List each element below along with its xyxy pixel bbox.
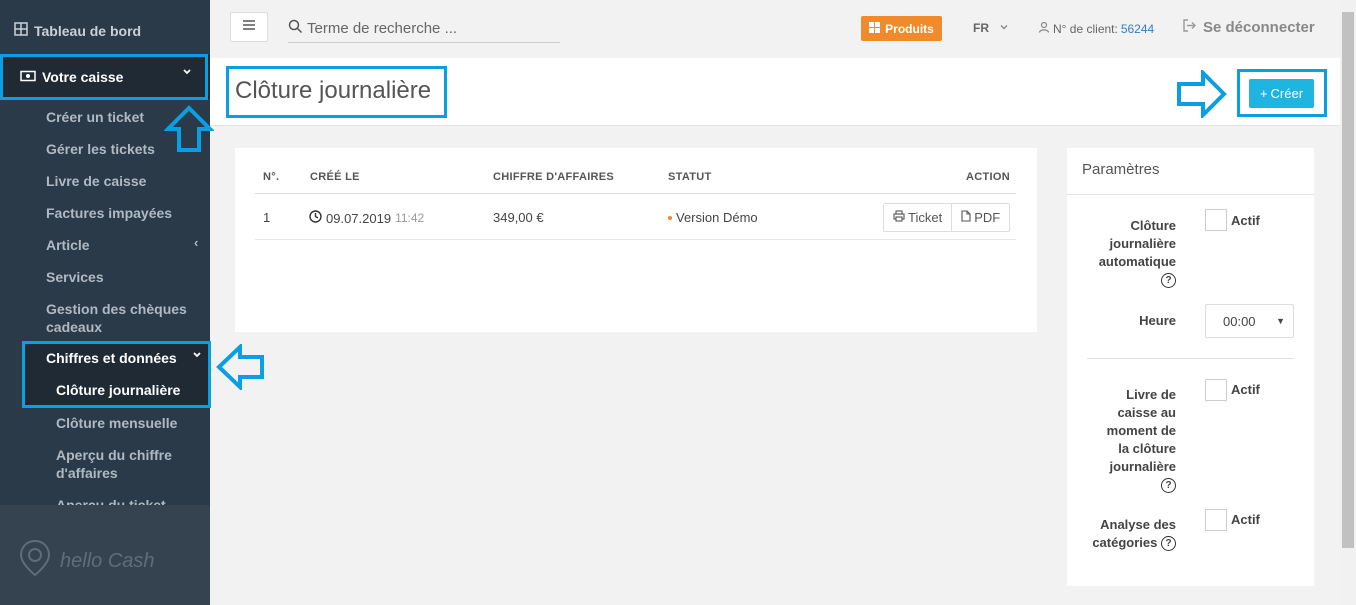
sidebar-item-gerer-tickets[interactable]: Gérer les tickets	[46, 140, 155, 158]
search-input[interactable]: Terme de recherche ...	[307, 20, 457, 37]
client-number: N° de client: 56244	[1038, 21, 1154, 36]
cell-time: 11:42	[395, 211, 425, 225]
logout-button[interactable]: Se déconnecter	[1182, 18, 1315, 37]
analyse-categories-checkbox[interactable]	[1205, 509, 1227, 531]
settings-title: Paramètres	[1082, 161, 1160, 178]
table-row-divider	[255, 239, 1016, 240]
sidebar-subitem-apercu-ca[interactable]: Aperçu du chiffre d'affaires	[56, 446, 196, 482]
pdf-file-icon	[961, 210, 971, 225]
ticket-label: Ticket	[908, 210, 943, 225]
brand-logo: hello Cash	[18, 538, 155, 584]
livre-caisse-active-label: Actif	[1231, 382, 1260, 397]
arrow-left-icon	[216, 344, 264, 390]
livre-caisse-label: Livre de caisse au moment de la clôture …	[1107, 386, 1176, 494]
sidebar-subitem-apercu-ticket[interactable]: Aperçu du ticket	[56, 496, 166, 505]
language-select[interactable]: FR	[973, 21, 1009, 35]
client-number-value[interactable]: 56244	[1121, 22, 1154, 36]
pdf-label: PDF	[974, 210, 1001, 225]
help-icon[interactable]: ?	[1161, 478, 1176, 494]
status-dot	[668, 215, 672, 220]
highlight-box-title	[226, 66, 447, 118]
sidebar-subitem-cloture-mensuelle[interactable]: Clôture mensuelle	[56, 414, 177, 432]
sidebar-item-label: Article	[46, 237, 90, 253]
produits-button[interactable]: Produits	[861, 16, 942, 41]
hamburger-icon	[242, 18, 256, 36]
label-line: catégories	[1092, 535, 1158, 550]
label-line: journalière	[1109, 236, 1176, 251]
label-line: caisse au	[1117, 405, 1176, 420]
chevron-down-icon	[999, 21, 1009, 35]
label-line: journalière	[1109, 459, 1176, 474]
grid-icon	[14, 22, 28, 39]
client-label: N° de client:	[1053, 21, 1118, 36]
brand-name: hello Cash	[60, 549, 155, 572]
user-icon	[1038, 21, 1050, 36]
cell-date: 09.07.2019	[326, 210, 392, 226]
ticket-button[interactable]: Ticket	[884, 204, 952, 231]
chevron-left-icon: ‹	[194, 235, 199, 250]
label-line: Clôture	[1130, 218, 1177, 233]
highlight-box-create	[1237, 69, 1327, 117]
logout-icon	[1182, 18, 1197, 37]
arrow-up-icon	[164, 105, 214, 152]
label-line: la clôture	[1118, 441, 1176, 456]
label-line: Analyse des	[1100, 517, 1176, 532]
sidebar-item-factures[interactable]: Factures impayées	[46, 204, 172, 222]
status-label: Version Démo	[676, 210, 758, 225]
search-field[interactable]: Terme de recherche ...	[288, 14, 560, 43]
location-pin-icon	[18, 538, 52, 584]
auto-closure-checkbox[interactable]	[1205, 209, 1227, 231]
sidebar-item-creer-ticket[interactable]: Créer un ticket	[46, 108, 144, 126]
column-header-created: CRÉÉ LE	[310, 171, 360, 183]
help-icon[interactable]: ?	[1161, 273, 1176, 289]
caret-down-icon: ▼	[1276, 316, 1285, 326]
print-icon	[893, 210, 905, 225]
arrow-right-icon	[1177, 70, 1227, 118]
table-header-divider	[255, 193, 1016, 194]
column-header-status: STATUT	[668, 171, 712, 183]
highlight-box-caisse	[0, 54, 208, 100]
analyse-categories-active-label: Actif	[1231, 512, 1260, 527]
analyse-categories-label: Analyse des catégories ?	[1092, 516, 1176, 552]
livre-caisse-checkbox[interactable]	[1205, 379, 1227, 401]
produits-label: Produits	[885, 21, 934, 36]
language-label: FR	[973, 21, 989, 35]
cell-num: 1	[263, 210, 271, 225]
cell-status: Version Démo	[668, 210, 758, 225]
label-line: Livre de	[1126, 387, 1176, 402]
clock-icon	[309, 210, 322, 226]
sidebar-item-services[interactable]: Services	[46, 268, 104, 286]
heure-label: Heure	[1139, 313, 1176, 328]
settings-divider	[1087, 358, 1294, 359]
pdf-button[interactable]: PDF	[951, 204, 1010, 231]
sidebar-item-livre-caisse[interactable]: Livre de caisse	[46, 172, 146, 190]
search-icon	[288, 19, 303, 38]
heure-value: 00:00	[1223, 313, 1256, 329]
help-icon[interactable]: ?	[1161, 536, 1176, 552]
grid-icon	[869, 21, 881, 36]
column-header-action: ACTION	[966, 171, 1010, 183]
column-header-num: N°.	[263, 171, 280, 183]
auto-closure-label: Clôture journalière automatique ?	[1099, 217, 1176, 289]
sidebar-item-article[interactable]: Article ‹	[46, 235, 206, 254]
scrollbar-thumb[interactable]	[1342, 12, 1354, 548]
heure-select[interactable]: 00:00 ▼	[1205, 304, 1294, 338]
cell-created: 09.07.2019 11:42	[309, 210, 424, 226]
column-header-revenue: CHIFFRE D'AFFAIRES	[493, 171, 615, 183]
topbar: Terme de recherche ... Produits FR N° de…	[210, 0, 1340, 58]
label-line: moment de	[1106, 423, 1176, 438]
menu-toggle-button[interactable]	[230, 12, 268, 42]
cell-amount: 349,00 €	[493, 210, 544, 225]
logout-label: Se déconnecter	[1203, 19, 1315, 36]
label-line: automatique	[1098, 254, 1176, 269]
row-actions: Ticket PDF	[883, 203, 1011, 232]
sidebar-item-label: Tableau de bord	[34, 22, 142, 39]
sidebar-item-cheques-cadeaux[interactable]: Gestion des chèques cadeaux	[46, 300, 196, 336]
highlight-box-chiffres	[22, 341, 211, 408]
sidebar-item-dashboard[interactable]: Tableau de bord	[14, 22, 141, 39]
auto-closure-active-label: Actif	[1231, 213, 1260, 228]
